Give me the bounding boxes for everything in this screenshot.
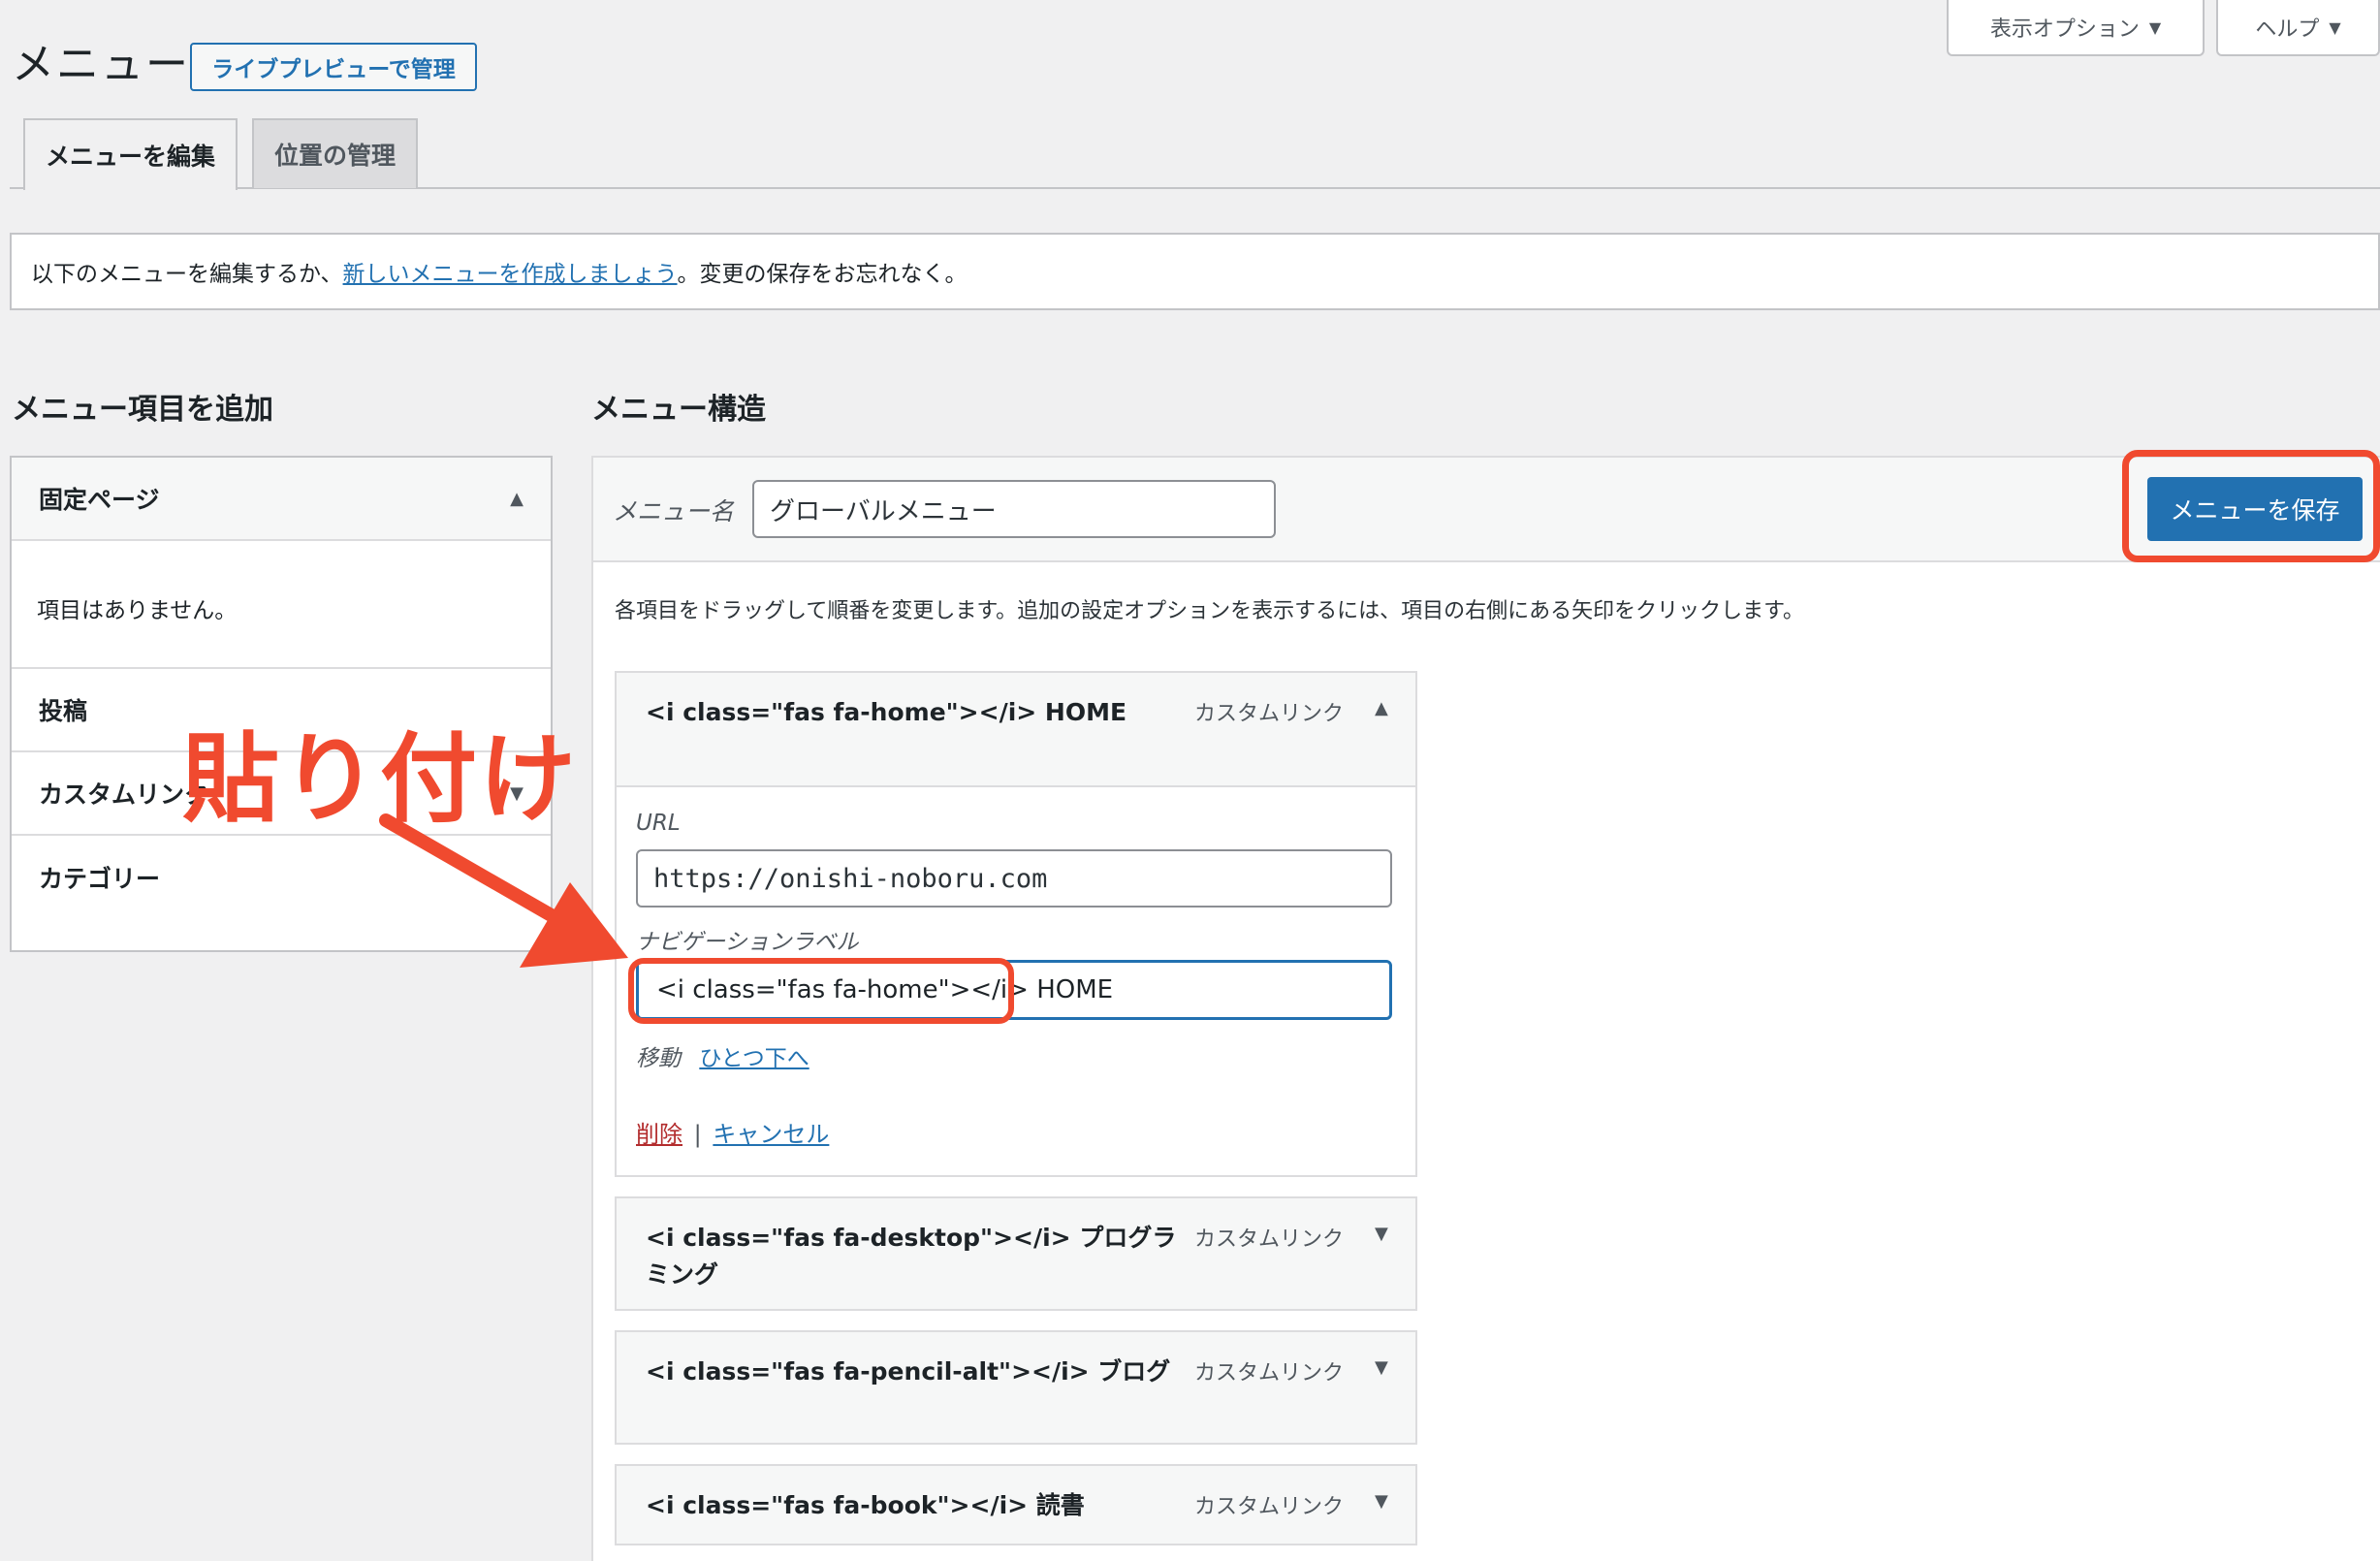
menu-item-programming: <i class="fas fa-desktop"></i> プログラミング カ… [615, 1196, 1417, 1311]
menu-item-type: カスタムリンク [1194, 702, 1345, 726]
tab-manage-locations[interactable]: 位置の管理 [252, 118, 418, 188]
caret-down-icon: ▼ [2148, 17, 2162, 37]
tab-edit-menus[interactable]: メニューを編集 [23, 118, 238, 190]
move-label: 移動 [636, 1046, 681, 1071]
url-label: URL [636, 811, 681, 836]
notice-bar: 以下のメニューを編集するか、 新しいメニューを作成しましょう 。変更の保存をお忘… [10, 233, 2380, 310]
menu-header-bar: メニュー名 グローバルメニュー メニューを保存 [593, 458, 2380, 562]
menu-item-title[interactable]: <i class="fas fa-pencil-alt"></i> ブログ [646, 1354, 1189, 1390]
notice-text-after: 。変更の保存をお忘れなく。 [677, 262, 968, 287]
help-label: ヘルプ [2255, 17, 2320, 42]
accordion-categories-label: カテゴリー [39, 865, 161, 893]
save-button-highlight [2122, 450, 2380, 562]
paste-annotation-text: 貼り付け [182, 722, 578, 836]
menu-item-reading: <i class="fas fa-book"></i> 読書 カスタムリンク ▼ [615, 1464, 1417, 1545]
menu-instructions: 各項目をドラッグして順番を変更します。追加の設定オプションを表示するには、項目の… [615, 599, 1804, 623]
arrow-up-icon: ▲ [510, 488, 524, 509]
menu-item-title[interactable]: <i class="fas fa-home"></i> HOME [646, 694, 1189, 731]
delete-link[interactable]: 削除 [636, 1121, 682, 1148]
arrow-down-icon[interactable]: ▼ [1375, 1491, 1388, 1512]
move-row: 移動 ひとつ下へ [636, 1039, 809, 1072]
arrow-up-icon[interactable]: ▲ [1375, 698, 1388, 718]
create-new-menu-link[interactable]: 新しいメニューを作成しましょう [343, 255, 678, 288]
nav-label-highlight [628, 958, 1014, 1024]
menu-item-home: <i class="fas fa-home"></i> HOME カスタムリンク… [615, 671, 1417, 1177]
cancel-link[interactable]: キャンセル [713, 1121, 829, 1148]
live-preview-button[interactable]: ライブプレビューで管理 [190, 43, 477, 91]
screen-options-button[interactable]: 表示オプション ▼ [1947, 0, 2205, 56]
notice-text-before: 以下のメニューを編集するか、 [31, 262, 343, 287]
accordion-categories[interactable]: カテゴリー [12, 836, 551, 919]
move-down-link[interactable]: ひとつ下へ [699, 1046, 809, 1071]
menu-item-type: カスタムリンク [1194, 1495, 1345, 1519]
pages-panel-body: 項目はありません。 [12, 541, 551, 669]
accordion-posts-label: 投稿 [39, 697, 88, 725]
screen-options-label: 表示オプション [1989, 17, 2140, 42]
menu-name-label: メニュー名 [613, 497, 735, 526]
arrow-down-icon[interactable]: ▼ [1375, 1357, 1388, 1378]
menu-item-type: カスタムリンク [1194, 1227, 1345, 1252]
menu-item-title[interactable]: <i class="fas fa-book"></i> 読書 [646, 1487, 1189, 1524]
add-menu-items-heading: メニュー項目を追加 [12, 393, 273, 427]
menu-item-blog: <i class="fas fa-pencil-alt"></i> ブログ カス… [615, 1330, 1417, 1445]
actions-separator: | [693, 1121, 702, 1148]
caret-down-icon: ▼ [2329, 17, 2341, 37]
menu-item-title[interactable]: <i class="fas fa-desktop"></i> プログラミング [646, 1220, 1189, 1293]
accordion-pages-label: 固定ページ [39, 486, 160, 514]
menu-item-type: カスタムリンク [1194, 1361, 1345, 1386]
accordion-pages[interactable]: 固定ページ ▲ [12, 458, 551, 541]
navigation-label-label: ナビゲーションラベル [636, 930, 859, 955]
menu-structure-heading: メニュー構造 [591, 393, 766, 427]
menu-name-input[interactable]: グローバルメニュー [752, 480, 1276, 538]
empty-items-text: 項目はありません。 [37, 598, 238, 623]
page-title: メニュー [12, 40, 190, 89]
help-button[interactable]: ヘルプ ▼ [2216, 0, 2380, 56]
item-actions: 削除 | キャンセル [636, 1115, 829, 1149]
arrow-down-icon[interactable]: ▼ [1375, 1224, 1388, 1244]
url-input[interactable]: https://onishi-noboru.com [636, 849, 1392, 908]
